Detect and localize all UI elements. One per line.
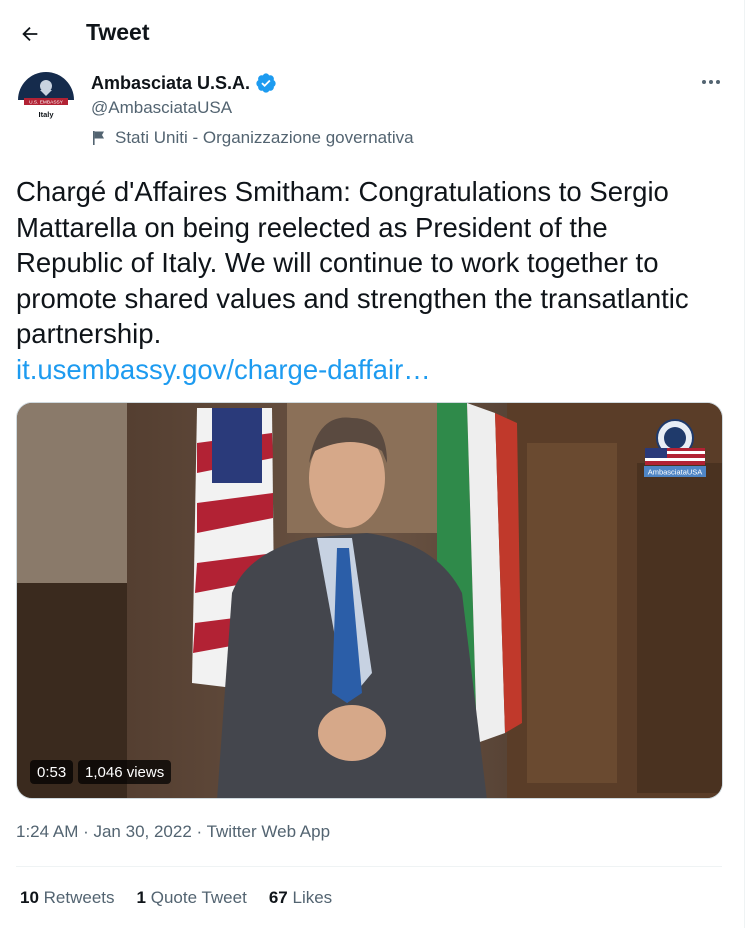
tweet-body: Chargé d'Affaires Smitham: Congratulatio… [16,174,721,387]
embassy-seal-icon: AmbasciataUSA [644,419,706,477]
author-name-row: Ambasciata U.S.A. [91,72,277,94]
likes-label: Likes [292,888,333,907]
likes-count: 67 [268,888,288,907]
avatar-caption: U.S. EMBASSY [29,100,64,106]
video-frame [17,403,722,798]
author-name[interactable]: Ambasciata U.S.A. [91,73,250,94]
affiliation-label: Stati Uniti - Organizzazione governativa [91,128,414,148]
video-duration: 0:53 [30,760,74,784]
retweets-label: Retweets [43,888,115,907]
affiliation-text: Stati Uniti - Organizzazione governativa [115,128,414,147]
tweet-link[interactable]: it.usembassy.gov/charge-daffair… [16,352,721,388]
more-button[interactable] [697,70,725,94]
verified-badge-icon [256,73,276,93]
tweet-timestamp[interactable]: 1:24 AM · Jan 30, 2022 · Twitter Web App [16,822,330,842]
embassy-seal-icon: U.S. EMBASSY Italy [18,72,74,119]
quotes-count: 1 [136,888,146,907]
author-handle[interactable]: @AmbasciataUSA [91,98,232,118]
likes-stat[interactable]: 67 Likes [269,888,332,908]
video-views: 1,046 views [78,760,172,784]
page-header: Tweet [0,0,744,66]
tweet-stats: 10 Retweets 1 Quote Tweet 67 Likes [20,888,354,908]
quotes-stat[interactable]: 1 Quote Tweet [137,888,247,908]
avatar-country: Italy [38,110,54,119]
retweets-stat[interactable]: 10 Retweets [20,888,115,908]
video-player[interactable] [16,402,723,799]
retweets-count: 10 [20,888,39,907]
tweet-text: Chargé d'Affaires Smitham: Congratulatio… [16,176,689,349]
more-icon [702,80,720,84]
back-button[interactable] [14,18,46,50]
back-arrow-icon [22,26,38,42]
tweet-page: Tweet U.S. EMBASSY Italy Ambasciata U.S.… [0,0,745,928]
quotes-label: Quote Tweet [150,888,247,907]
divider [16,866,722,867]
page-title: Tweet [86,19,150,45]
video-badge-text: AmbasciataUSA [648,468,703,477]
avatar[interactable]: U.S. EMBASSY Italy [16,70,76,130]
flag-icon [93,131,104,145]
